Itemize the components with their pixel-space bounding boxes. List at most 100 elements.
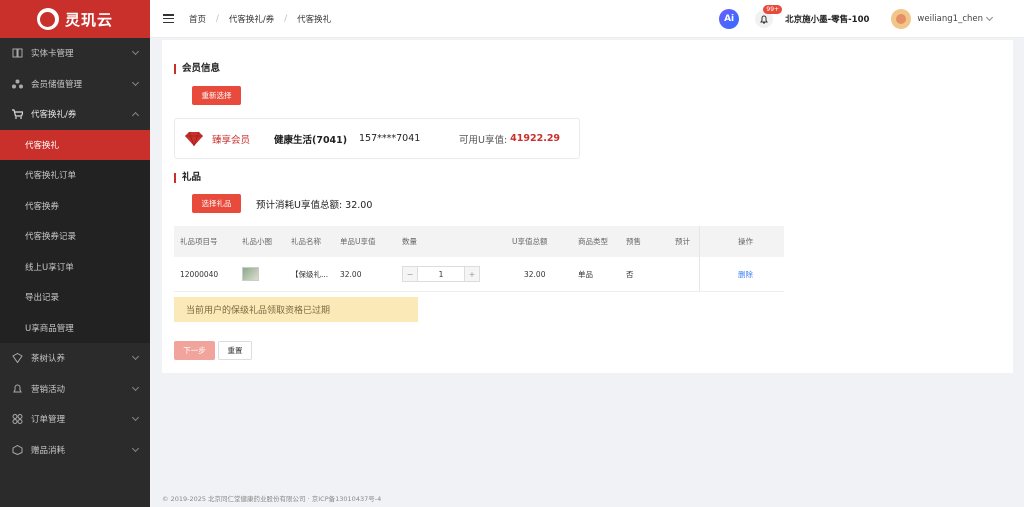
quantity-input[interactable]: 1: [418, 266, 464, 282]
column-header: 数量: [402, 237, 417, 246]
logo-seal-icon: [36, 8, 59, 30]
notification-badge: 99+: [763, 5, 783, 14]
estimate-total: 预计消耗U享值总额: 32.00: [256, 200, 373, 211]
book-icon: [11, 47, 23, 59]
column-header: U享值总额: [512, 237, 548, 246]
unit-value: 32.00: [340, 269, 362, 279]
breadcrumb: 首页 / 代客换礼/券 / 代客换礼: [189, 13, 331, 25]
column-header: 礼品名称: [291, 237, 321, 246]
chevron-down-icon: [131, 383, 140, 391]
chevron-down-icon[interactable]: [985, 13, 994, 22]
sidebar-subitem-export-records[interactable]: 导出记录: [0, 282, 150, 313]
chevron-down-icon: [131, 352, 140, 361]
users-icon: [11, 78, 23, 90]
breadcrumb-gift-exchange[interactable]: 代客换礼/券: [229, 13, 274, 25]
sidebar-item-marketing[interactable]: 营销活动: [0, 374, 150, 405]
sidebar-item-tea-adoption[interactable]: 茶树认养: [0, 343, 150, 374]
warning-banner: 当前用户的保级礼品领取资格已过期: [174, 297, 418, 322]
header-right: Ai 99+ 北京施小墨-零售-100 weiliang1_chen: [719, 0, 1024, 38]
sidebar-item-label: 代客换礼/券: [31, 110, 77, 121]
diamond-icon: [185, 131, 203, 146]
bell-icon: [11, 383, 23, 395]
main-card: 会员信息 重新选择 臻享会员 健康生活(7041) 157****7041 可用…: [162, 40, 1013, 373]
member-section-title: 会员信息: [174, 64, 220, 74]
action-cell: 删除: [699, 257, 784, 291]
chevron-down-icon: [131, 444, 140, 452]
sidebar-item-label: 实体卡管理: [31, 49, 74, 60]
sidebar-item-stored-value[interactable]: 会员储值管理: [0, 69, 150, 100]
increment-button[interactable]: +: [464, 266, 480, 282]
store-name[interactable]: 北京施小墨-零售-100: [785, 13, 869, 25]
sidebar-subitem-coupon-exchange[interactable]: 代客换券: [0, 190, 150, 221]
sidebar-item-orders[interactable]: 订单管理: [0, 404, 150, 435]
item-number: 12000040: [180, 269, 219, 279]
menu-toggle-icon[interactable]: [163, 14, 174, 23]
notification-button[interactable]: 99+: [755, 5, 783, 28]
sidebar-item-label: 会员储值管理: [31, 79, 83, 90]
quantity-cell: − 1 +: [396, 266, 506, 282]
breadcrumb-separator: /: [284, 13, 288, 24]
sidebar-subitem-gift-exchange[interactable]: 代客换礼: [0, 129, 150, 160]
app-name: 灵玑云: [64, 10, 113, 29]
table-row: 12000040 【保级礼... 32.00 − 1 + 32.00 单品 否 …: [174, 257, 784, 292]
sidebar-item-gift-exchange[interactable]: 代客换礼/券: [0, 99, 150, 130]
reset-button[interactable]: 重置: [218, 341, 252, 360]
member-info-box: 臻享会员 健康生活(7041) 157****7041 可用U享值: 41922…: [174, 118, 580, 159]
shield-icon: [11, 352, 23, 364]
sidebar-subitem-product-management[interactable]: U享商品管理: [0, 312, 150, 343]
sidebar-subitem-coupon-records[interactable]: 代客换券记录: [0, 221, 150, 252]
sidebar-subitem-online-orders[interactable]: 线上U享订单: [0, 251, 150, 282]
sidebar-item-label: 赠品消耗: [31, 445, 66, 456]
gift-name: 【保级礼...: [291, 269, 329, 279]
breadcrumb-home[interactable]: 首页: [189, 13, 206, 25]
footer: © 2019-2025 北京同仁堂健康药业股份有限公司 · 京ICP备13010…: [162, 495, 382, 503]
gift-table: 礼品项目号 礼品小图 礼品名称 单品U享值 数量 U享值总额 商品类型 预售 预…: [174, 226, 784, 292]
gift-thumbnail[interactable]: [242, 267, 259, 281]
column-header: 商品类型: [578, 237, 608, 246]
top-header: 首页 / 代客换礼/券 / 代客换礼 Ai 99+ 北京施小墨-零售-100 w…: [150, 0, 1024, 38]
thumbnail-cell: [236, 267, 285, 281]
box-icon: [11, 444, 23, 456]
table-header: 礼品项目号 礼品小图 礼品名称 单品U享值 数量 U享值总额 商品类型 预售 预…: [174, 226, 784, 257]
member-tier: 臻享会员: [212, 134, 251, 146]
available-value: 41922.29: [510, 133, 561, 144]
chevron-down-icon: [131, 47, 140, 56]
username[interactable]: weiliang1_chen: [917, 14, 983, 24]
logo[interactable]: 灵玑云: [0, 0, 150, 38]
total-value: 32.00: [524, 269, 546, 279]
quantity-stepper: − 1 +: [402, 266, 506, 282]
ai-assistant-button[interactable]: Ai: [719, 9, 740, 29]
available-value-label: 可用U享值:: [459, 134, 508, 146]
sidebar: 灵玑云 实体卡管理 会员储值管理 代客换礼/券 代客换礼 代客换礼订单 代客换券…: [0, 0, 150, 507]
chevron-down-icon: [131, 78, 140, 86]
sidebar-item-label: 茶树认养: [31, 354, 66, 365]
delete-link[interactable]: 删除: [738, 269, 753, 280]
gift-section-title: 礼品: [174, 173, 201, 183]
sidebar-item-card-management[interactable]: 实体卡管理: [0, 38, 150, 69]
avatar[interactable]: [891, 9, 912, 29]
column-header: 预计: [675, 237, 690, 246]
sidebar-item-gift-consumption[interactable]: 赠品消耗: [0, 435, 150, 466]
member-phone: 157****7041: [359, 133, 421, 144]
chevron-down-icon: [131, 413, 140, 422]
column-header: 礼品小图: [242, 237, 272, 246]
sidebar-subitem-gift-orders[interactable]: 代客换礼订单: [0, 160, 150, 191]
breadcrumb-separator: /: [216, 13, 219, 24]
column-header: 操作: [699, 226, 784, 257]
next-button[interactable]: 下一步: [174, 341, 215, 360]
chevron-up-icon: [131, 111, 140, 120]
member-shop: 健康生活(7041): [274, 134, 348, 146]
presale: 否: [626, 269, 634, 279]
select-gift-button[interactable]: 选择礼品: [192, 194, 241, 213]
reselect-button[interactable]: 重新选择: [192, 86, 241, 105]
cart-icon: [11, 108, 23, 120]
decrement-button[interactable]: −: [402, 266, 418, 282]
column-header: 预售: [626, 237, 641, 246]
column-header: 礼品项目号: [180, 237, 218, 246]
sidebar-item-label: 营销活动: [31, 384, 66, 395]
bell-icon: [760, 15, 769, 24]
column-header: 单品U享值: [340, 237, 376, 246]
product-type: 单品: [578, 269, 593, 279]
breadcrumb-current: 代客换礼: [297, 14, 332, 25]
sidebar-item-label: 订单管理: [31, 415, 66, 426]
